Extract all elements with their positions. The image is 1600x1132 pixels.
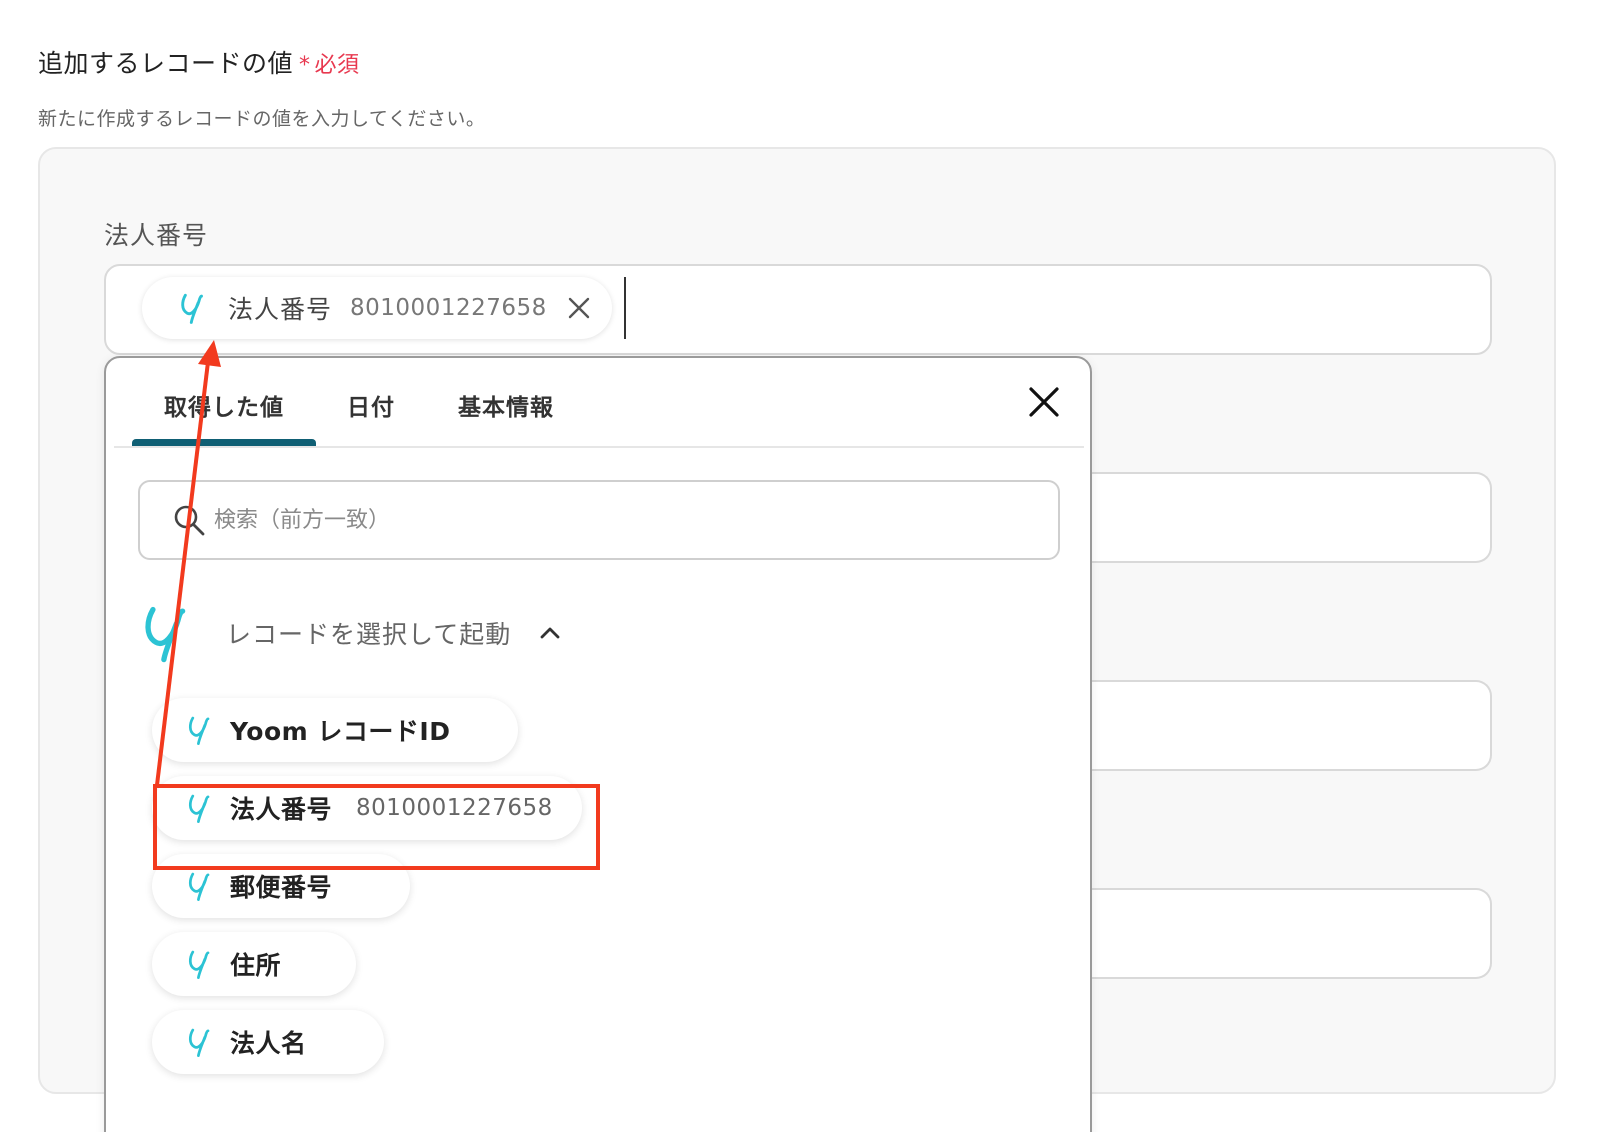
yoom-y-icon (184, 1026, 216, 1058)
form-field-4[interactable] (1080, 888, 1492, 979)
section-title: 追加するレコードの値 * 必須 (38, 44, 360, 80)
value-picker-popup: 取得した値 日付 基本情報 レコードを選択して起動 Yoom レコードID 法人… (104, 356, 1092, 1132)
required-star: * (299, 53, 311, 78)
required-label: 必須 (314, 53, 360, 78)
active-tab-indicator (132, 439, 316, 446)
search-box (138, 480, 1060, 560)
field-label-corporate-number: 法人番号 (104, 221, 209, 250)
form-field-3[interactable] (1080, 680, 1492, 771)
tab-retrieved-values[interactable]: 取得した値 (164, 388, 284, 422)
text-caret (624, 277, 626, 339)
close-icon[interactable] (1024, 382, 1064, 422)
close-icon[interactable] (565, 294, 593, 322)
chevron-up-icon (540, 627, 560, 639)
yoom-y-icon (142, 601, 192, 665)
chip-value: 8010001227658 (350, 295, 547, 321)
list-item-address[interactable]: 住所 (152, 932, 356, 996)
value-chip[interactable]: 法人番号 8010001227658 (142, 277, 612, 339)
group-label: レコードを選択して起動 (226, 620, 512, 649)
tab-basic-info[interactable]: 基本情報 (458, 388, 554, 422)
list-item-yoom-record-id[interactable]: Yoom レコードID (152, 698, 518, 762)
yoom-y-icon (184, 948, 216, 980)
yoom-y-icon (176, 291, 210, 325)
item-label: 郵便番号 (230, 873, 333, 902)
section-description: 新たに作成するレコードの値を入力してください。 (38, 108, 486, 130)
item-label: Yoom レコードID (230, 717, 451, 746)
chip-label: 法人番号 (228, 295, 333, 324)
search-input[interactable] (214, 507, 1014, 533)
section-title-text: 追加するレコードの値 (38, 49, 294, 78)
tab-date[interactable]: 日付 (347, 388, 395, 422)
yoom-y-icon (184, 870, 216, 902)
group-header-record-trigger[interactable]: レコードを選択して起動 (142, 598, 563, 668)
item-label: 法人名 (230, 1029, 307, 1058)
annotation-highlight-box (153, 784, 600, 870)
tab-divider (114, 446, 1084, 448)
form-field-2[interactable] (1080, 472, 1492, 563)
yoom-y-icon (184, 714, 216, 746)
search-icon (174, 505, 205, 536)
item-label: 住所 (230, 951, 282, 980)
list-item-corporate-name[interactable]: 法人名 (152, 1010, 384, 1074)
